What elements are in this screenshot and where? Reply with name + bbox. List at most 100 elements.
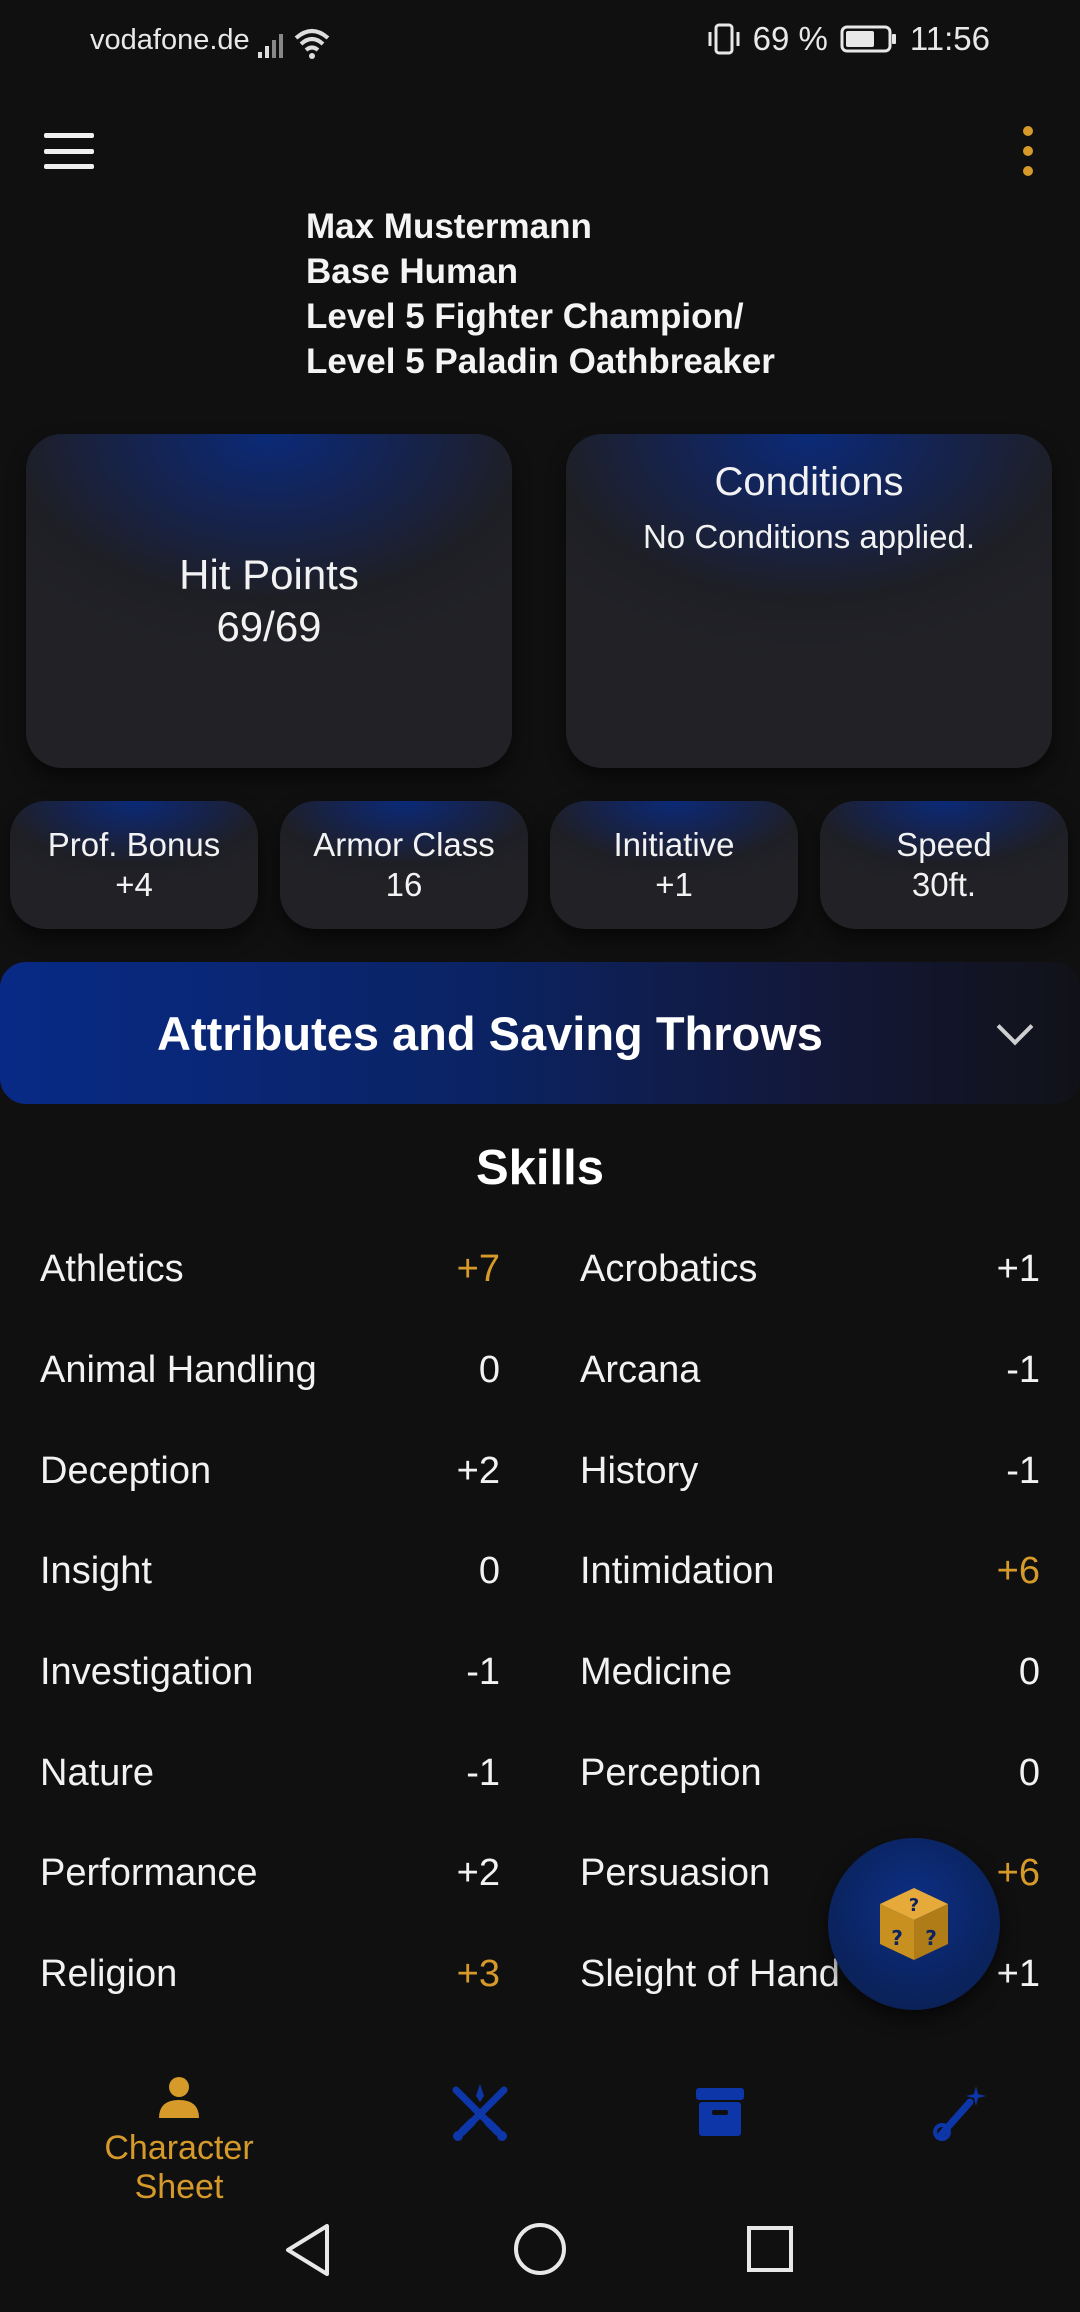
carrier-name: vodafone.de — [90, 24, 250, 56]
character-class-line2: Level 5 Paladin Oathbreaker — [306, 342, 775, 381]
skill-name: Insight — [40, 1550, 152, 1592]
conditions-title: Conditions — [714, 460, 904, 504]
stat-label: Speed — [896, 826, 992, 863]
skill-name: Investigation — [40, 1651, 254, 1693]
skill-name: Perception — [580, 1752, 762, 1794]
svg-text:?: ? — [925, 1926, 937, 1950]
signal-wifi-icon — [258, 29, 330, 59]
character-race: Base Human — [306, 252, 519, 291]
hit-points-value: 69/69 — [216, 603, 322, 650]
skill-row[interactable]: Athletics +7 — [40, 1248, 500, 1308]
bottom-navigation: Character Sheet — [0, 2040, 1080, 2206]
skill-name: Arcana — [580, 1349, 701, 1391]
nav-label: Character Sheet — [104, 2129, 254, 2206]
nav-spells[interactable] — [912, 2082, 1008, 2147]
skill-row[interactable]: Medicine 0 — [580, 1651, 1040, 1711]
mystery-dice-icon: ? ? ? — [880, 1888, 948, 1960]
svg-text:?: ? — [909, 1895, 919, 1916]
back-icon[interactable] — [283, 2222, 333, 2278]
hit-points-card[interactable]: Hit Points 69/69 — [26, 434, 512, 768]
character-name: Max Mustermann — [306, 207, 592, 246]
recents-icon[interactable] — [746, 2225, 794, 2273]
battery-icon — [840, 25, 896, 53]
vibrate-icon — [708, 23, 740, 55]
skill-name: Animal Handling — [40, 1349, 317, 1391]
skill-value: 0 — [1018, 1752, 1040, 1794]
chevron-down-icon — [996, 1008, 1034, 1046]
stat-label: Prof. Bonus — [47, 826, 221, 863]
skill-name: History — [580, 1450, 699, 1492]
skill-row[interactable]: Acrobatics +1 — [580, 1248, 1040, 1308]
conditions-card[interactable]: Conditions No Conditions applied. — [566, 434, 1052, 768]
skill-name: Performance — [40, 1852, 258, 1894]
person-icon — [159, 2077, 199, 2118]
skill-row[interactable]: Investigation -1 — [40, 1651, 500, 1711]
skill-name: Sleight of Hand — [580, 1953, 840, 1995]
skill-value: 0 — [1018, 1651, 1040, 1693]
attributes-title: Attributes and Saving Throws — [157, 1007, 823, 1060]
skill-row[interactable]: Animal Handling 0 — [40, 1349, 500, 1409]
archive-box-icon — [696, 2088, 744, 2136]
character-info: Max Mustermann Base Human Level 5 Fighte… — [306, 204, 775, 384]
skill-name: Intimidation — [580, 1550, 775, 1592]
stat-value: +4 — [115, 866, 153, 903]
stat-armor-class[interactable]: Armor Class 16 — [280, 801, 528, 929]
skill-value: 0 — [478, 1550, 500, 1592]
character-class-line1: Level 5 Fighter Champion/ — [306, 297, 744, 336]
skill-row[interactable]: Arcana -1 — [580, 1349, 1040, 1409]
nav-combat[interactable] — [432, 2082, 528, 2151]
skill-row[interactable]: Intimidation +6 — [580, 1550, 1040, 1610]
skill-value: +6 — [996, 1852, 1040, 1894]
stat-prof-bonus[interactable]: Prof. Bonus +4 — [10, 801, 258, 929]
skill-row[interactable]: Religion +3 — [40, 1953, 500, 2013]
skill-row[interactable]: Performance +2 — [40, 1852, 500, 1912]
nav-character-sheet[interactable]: Character Sheet — [56, 2074, 302, 2207]
skill-row[interactable]: Deception +2 — [40, 1450, 500, 1510]
skill-value: +2 — [456, 1852, 500, 1894]
skill-value: -1 — [1006, 1349, 1040, 1391]
skill-value: +7 — [456, 1248, 500, 1290]
stat-initiative[interactable]: Initiative +1 — [550, 801, 798, 929]
clock: 11:56 — [909, 20, 990, 57]
more-options-icon[interactable] — [1018, 126, 1038, 176]
magic-wand-icon — [933, 2086, 986, 2141]
nav-inventory[interactable] — [672, 2084, 768, 2145]
battery-percent: 69 % — [752, 20, 828, 57]
stat-value: +1 — [655, 866, 693, 903]
skill-name: Persuasion — [580, 1852, 771, 1894]
skill-value: -1 — [466, 1752, 500, 1794]
skills-title: Skills — [475, 1141, 605, 1195]
skill-name: Religion — [40, 1953, 178, 1995]
skill-row[interactable]: History -1 — [580, 1450, 1040, 1510]
hit-points-label: Hit Points — [179, 551, 359, 598]
conditions-text: No Conditions applied. — [642, 518, 976, 555]
crossed-swords-icon — [452, 2084, 508, 2141]
system-navigation-bar — [0, 2200, 1080, 2312]
svg-text:?: ? — [891, 1926, 903, 1950]
hamburger-menu-icon[interactable] — [40, 125, 98, 177]
attributes-expander[interactable]: Attributes and Saving Throws — [0, 962, 1080, 1104]
skill-value: 0 — [478, 1349, 500, 1391]
skill-name: Acrobatics — [580, 1248, 758, 1290]
skill-value: -1 — [1006, 1450, 1040, 1492]
stat-label: Initiative — [613, 826, 735, 863]
stat-label: Armor Class — [313, 826, 495, 863]
stat-speed[interactable]: Speed 30ft. — [820, 801, 1068, 929]
skill-name: Medicine — [580, 1651, 733, 1693]
status-bar: vodafone.de 69 % 11:56 — [0, 0, 1080, 84]
home-icon[interactable] — [513, 2222, 567, 2276]
skill-row[interactable]: Perception 0 — [580, 1752, 1040, 1812]
skill-name: Athletics — [40, 1248, 184, 1290]
skill-value: +3 — [456, 1953, 500, 1995]
skill-value: +2 — [456, 1450, 500, 1492]
skill-value: +6 — [996, 1550, 1040, 1592]
roll-dice-button[interactable]: ? ? ? — [828, 1838, 1000, 2010]
stat-value: 30ft. — [911, 866, 977, 903]
stat-value: 16 — [385, 866, 423, 903]
skill-row[interactable]: Insight 0 — [40, 1550, 500, 1610]
skill-row[interactable]: Nature -1 — [40, 1752, 500, 1812]
skill-value: -1 — [466, 1651, 500, 1693]
skill-name: Nature — [40, 1752, 155, 1794]
skill-value: +1 — [996, 1248, 1040, 1290]
skill-value: +1 — [996, 1953, 1040, 1995]
